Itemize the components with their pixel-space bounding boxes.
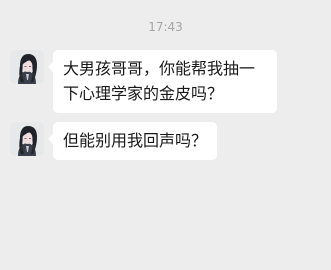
- dark-haired-character-avatar-icon: [10, 122, 44, 156]
- message-timestamp: 17:43: [148, 20, 183, 34]
- message-bubble[interactable]: 但能别用我回声吗？: [47, 122, 218, 160]
- dark-haired-character-avatar-icon: [10, 50, 44, 84]
- message-bubble[interactable]: 大男孩哥哥，你能帮我抽一下心理学家的金皮吗？: [48, 50, 277, 113]
- avatar[interactable]: [10, 50, 44, 84]
- avatar[interactable]: [10, 122, 44, 156]
- chat-conversation: 17:43 大男孩哥哥，你能帮我抽一下心理学家的金皮吗？ 但能别用我回声吗？: [0, 0, 331, 270]
